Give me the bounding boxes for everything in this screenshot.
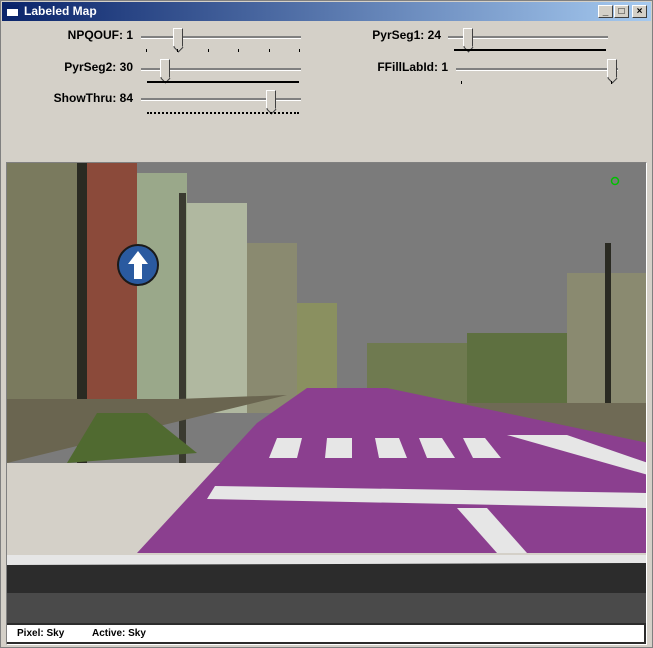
- pyrseg2-tick-strip: [147, 81, 299, 83]
- title-bar[interactable]: Labeled Map _ □ ×: [2, 2, 651, 21]
- npqouf-tick: [269, 49, 270, 52]
- minimize-icon: _: [602, 6, 609, 17]
- pyrseg1-slider-thumb[interactable]: [463, 28, 473, 47]
- npqouf-tick: [208, 49, 209, 52]
- npqouf-slider-thumb[interactable]: [173, 28, 183, 47]
- active-status: Active: Sky: [92, 628, 146, 639]
- npqouf-track[interactable]: [141, 36, 301, 39]
- labeled-map-app-icon: [6, 5, 19, 17]
- pixel-status: Pixel: Sky: [17, 628, 65, 639]
- showthru-tick-strip: [147, 112, 299, 114]
- close-icon: ×: [636, 6, 643, 17]
- building: [187, 203, 247, 413]
- utility-pole: [179, 193, 186, 463]
- trees: [467, 333, 567, 413]
- status-bar: Pixel: Sky Active: Sky: [7, 625, 644, 642]
- npqouf-tick: [177, 49, 178, 52]
- npqouf-tick: [238, 49, 239, 52]
- pyrseg2-label: PyrSeg2: 30: [64, 60, 133, 74]
- ffilllabid-tick: [611, 81, 612, 84]
- ffilllabid-label: FFillLabId: 1: [377, 60, 448, 74]
- pyrseg2-slider-thumb[interactable]: [160, 59, 170, 78]
- npqouf-label: NPQOUF: 1: [67, 28, 133, 42]
- npqouf-tick: [146, 49, 147, 52]
- left-building: [7, 163, 77, 433]
- npqouf-tick: [299, 49, 300, 52]
- window-title: Labeled Map: [24, 4, 97, 18]
- building: [247, 243, 297, 413]
- close-button[interactable]: ×: [632, 5, 647, 18]
- ffilllabid-slider-thumb[interactable]: [607, 59, 617, 78]
- showthru-label: ShowThru: 84: [53, 91, 133, 105]
- labeled-map-window: Labeled Map _ □ × NPQOUF: 1 PyrSeg1: 24 …: [0, 0, 653, 648]
- minimize-button[interactable]: _: [598, 5, 613, 18]
- maximize-icon: □: [618, 6, 625, 17]
- showthru-track[interactable]: [141, 98, 301, 101]
- showthru-slider-thumb[interactable]: [266, 90, 276, 109]
- ffilllabid-tick: [461, 81, 462, 84]
- maximize-button[interactable]: □: [614, 5, 629, 18]
- labeled-map-image[interactable]: [6, 162, 647, 645]
- ffilllabid-track[interactable]: [456, 68, 618, 71]
- pyrseg1-label: PyrSeg1: 24: [372, 28, 441, 42]
- pyrseg1-tick-strip: [454, 49, 606, 51]
